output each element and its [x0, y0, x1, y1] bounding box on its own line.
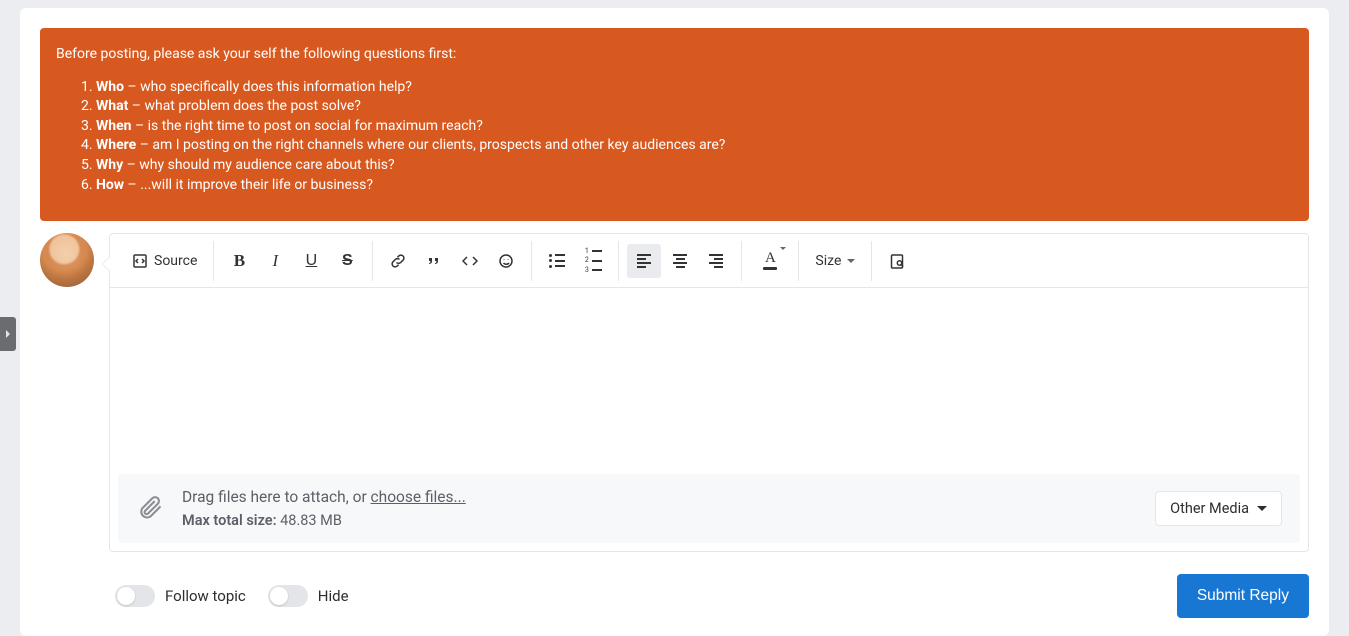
guidelines-intro: Before posting, please ask your self the…: [56, 45, 1293, 65]
editor-toolbar: Source B I U S: [110, 234, 1308, 288]
paperclip-icon: [136, 493, 164, 525]
code-button[interactable]: [453, 244, 487, 278]
posting-guidelines: Before posting, please ask your self the…: [40, 28, 1309, 221]
align-center-button[interactable]: [663, 244, 697, 278]
reply-card: Before posting, please ask your self the…: [20, 8, 1329, 636]
quote-button[interactable]: [417, 244, 451, 278]
text-color-button[interactable]: A: [750, 244, 790, 278]
choose-files-link[interactable]: choose files...: [371, 488, 466, 506]
footer-row: Follow topic Hide Submit Reply: [40, 552, 1309, 636]
hide-label: Hide: [318, 587, 349, 605]
source-label: Source: [154, 253, 197, 269]
emoji-button[interactable]: [489, 244, 523, 278]
align-left-button[interactable]: [627, 244, 661, 278]
strike-button[interactable]: S: [330, 244, 364, 278]
other-media-label: Other Media: [1170, 500, 1249, 517]
link-button[interactable]: [381, 244, 415, 278]
submit-reply-button[interactable]: Submit Reply: [1177, 574, 1309, 618]
size-label: Size: [815, 253, 841, 269]
underline-button[interactable]: U: [294, 244, 328, 278]
guideline-item: Who – who specifically does this informa…: [96, 78, 1293, 98]
follow-topic-label: Follow topic: [165, 587, 246, 605]
editor-textarea[interactable]: [110, 288, 1308, 474]
preview-button[interactable]: [880, 244, 914, 278]
guideline-item: When – is the right time to post on soci…: [96, 117, 1293, 137]
editor-frame: Source B I U S: [109, 233, 1309, 552]
hide-toggle[interactable]: [268, 585, 308, 607]
attachment-area: Drag files here to attach, or choose fil…: [118, 474, 1300, 543]
expand-side-tab[interactable]: [0, 317, 16, 351]
attach-max-size: Max total size: 48.83 MB: [182, 512, 1137, 529]
follow-topic-toggle[interactable]: [115, 585, 155, 607]
guideline-item: What – what problem does the post solve?: [96, 97, 1293, 117]
avatar[interactable]: [40, 233, 94, 287]
source-button[interactable]: Source: [124, 244, 205, 278]
other-media-button[interactable]: Other Media: [1155, 491, 1282, 526]
bold-button[interactable]: B: [222, 244, 256, 278]
guideline-item: Where – am I posting on the right channe…: [96, 136, 1293, 156]
number-list-button[interactable]: 1 2 3: [576, 244, 610, 278]
attach-instruction: Drag files here to attach, or choose fil…: [182, 488, 1137, 506]
bullet-list-button[interactable]: [540, 244, 574, 278]
italic-button[interactable]: I: [258, 244, 292, 278]
guideline-item: Why – why should my audience care about …: [96, 156, 1293, 176]
font-size-button[interactable]: Size: [807, 244, 863, 278]
align-right-button[interactable]: [699, 244, 733, 278]
guideline-item: How – ...will it improve their life or b…: [96, 176, 1293, 196]
